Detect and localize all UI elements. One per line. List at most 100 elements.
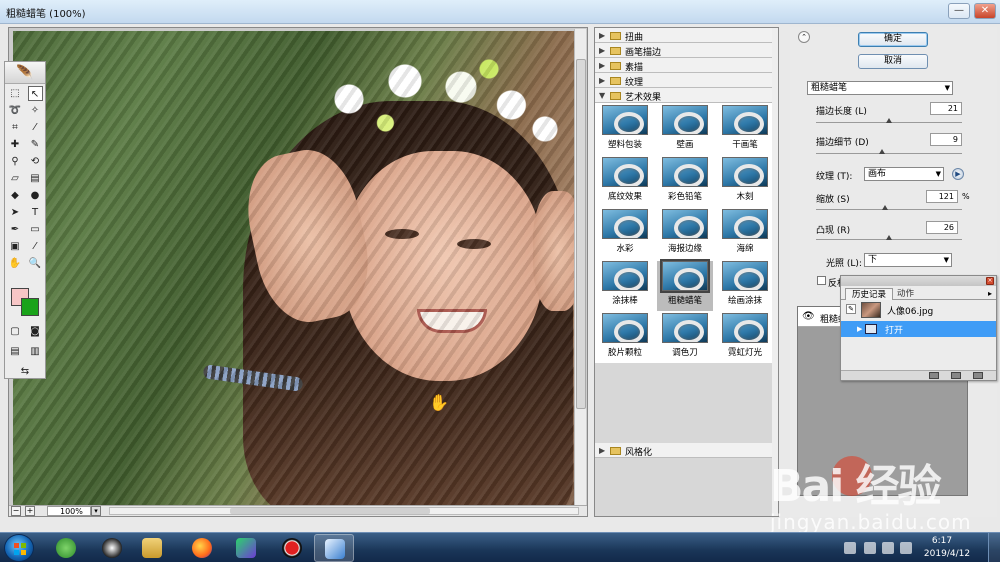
stroke-detail-slider-thumb[interactable] bbox=[878, 149, 885, 154]
gallery-scrollbar[interactable] bbox=[772, 28, 778, 516]
filter-palette-knife[interactable]: 调色刀 bbox=[657, 313, 713, 363]
taskbar-app-qq[interactable] bbox=[92, 534, 132, 562]
history-brush-source-icon[interactable]: ✎ bbox=[846, 304, 856, 314]
category-texture[interactable]: ▶ 纹理 bbox=[595, 73, 778, 88]
ok-button[interactable]: 确定 bbox=[858, 32, 928, 47]
start-button[interactable] bbox=[4, 534, 34, 562]
history-brush-icon[interactable]: ⟲ bbox=[28, 154, 43, 169]
quick-mask-icon[interactable]: ◙ bbox=[28, 324, 43, 339]
preview-horizontal-scrollbar[interactable] bbox=[109, 507, 579, 515]
marquee-tool-icon[interactable]: ⬚ bbox=[8, 86, 23, 101]
taskbar-app-firefox[interactable] bbox=[182, 534, 222, 562]
volume-icon[interactable] bbox=[900, 542, 912, 554]
move-tool-icon[interactable]: ↖ bbox=[27, 86, 43, 101]
pen-tool-icon[interactable]: ✒ bbox=[8, 222, 23, 237]
brush-tool-icon[interactable]: ✎ bbox=[28, 137, 43, 152]
hand-tool-icon[interactable]: ✋ bbox=[8, 256, 23, 271]
clock-time[interactable]: 6:17 bbox=[912, 536, 972, 546]
category-artistic[interactable]: ▼ 艺术效果 bbox=[595, 88, 778, 103]
category-sketch[interactable]: ▶ 素描 bbox=[595, 58, 778, 73]
preview-vertical-scrollbar[interactable] bbox=[574, 29, 586, 505]
eye-icon[interactable]: 👁 bbox=[802, 311, 815, 322]
relief-slider-thumb[interactable] bbox=[886, 235, 892, 240]
lasso-tool-icon[interactable]: ➰ bbox=[8, 103, 23, 118]
panel-menu-icon[interactable]: ▸ bbox=[988, 289, 992, 298]
tab-actions[interactable]: 动作 bbox=[891, 288, 920, 300]
filter-film-grain[interactable]: 胶片颗粒 bbox=[597, 313, 653, 363]
taskbar-app-photoshop[interactable] bbox=[314, 534, 354, 562]
texture-menu-icon[interactable]: ▶ bbox=[952, 168, 964, 180]
stroke-detail-slider[interactable] bbox=[816, 153, 962, 154]
gradient-tool-icon[interactable]: ▤ bbox=[28, 171, 43, 186]
filter-fresco[interactable]: 壁画 bbox=[657, 105, 713, 155]
zoom-level[interactable]: 100% bbox=[47, 506, 91, 516]
texture-select[interactable]: 画布 ▼ bbox=[864, 167, 944, 181]
close-button[interactable]: ✕ bbox=[974, 3, 996, 19]
eyedropper-icon[interactable]: ⁄ bbox=[28, 239, 43, 254]
close-icon[interactable]: × bbox=[986, 277, 994, 285]
filter-colored-pencil[interactable]: 彩色铅笔 bbox=[657, 157, 713, 207]
trash-icon[interactable] bbox=[973, 372, 983, 379]
panel-titlebar[interactable]: × bbox=[841, 276, 996, 286]
filter-plastic-wrap[interactable]: 塑料包装 bbox=[597, 105, 653, 155]
show-desktop-button[interactable] bbox=[988, 533, 1000, 562]
category-stylize[interactable]: ▶ 风格化 bbox=[595, 443, 778, 458]
preview-pane[interactable]: ✋ − + 100% ▾ bbox=[8, 27, 588, 517]
scaling-slider-thumb[interactable] bbox=[881, 205, 888, 210]
filter-underpainting[interactable]: 底纹效果 bbox=[597, 157, 653, 207]
category-brush-strokes[interactable]: ▶ 画笔描边 bbox=[595, 43, 778, 58]
minimize-button[interactable]: — bbox=[948, 3, 970, 19]
filter-neon-glow[interactable]: 霓虹灯光 bbox=[717, 313, 773, 363]
tab-history[interactable]: 历史记录 bbox=[845, 288, 894, 300]
clock-date[interactable]: 2019/4/12 bbox=[912, 549, 982, 559]
path-select-icon[interactable]: ➤ bbox=[8, 205, 23, 220]
stroke-length-input[interactable]: 21 bbox=[930, 102, 962, 115]
filter-cutout[interactable]: 木刻 bbox=[717, 157, 773, 207]
type-tool-icon[interactable]: T bbox=[28, 205, 43, 220]
new-snapshot-icon[interactable] bbox=[951, 372, 961, 379]
history-snapshot[interactable]: ✎ 人像06.jpg bbox=[841, 301, 996, 319]
filter-sponge[interactable]: 海绵 bbox=[717, 209, 773, 259]
taskbar-app-explorer[interactable] bbox=[132, 534, 172, 562]
keyboard-icon[interactable] bbox=[844, 542, 856, 554]
shape-tool-icon[interactable]: ▭ bbox=[28, 222, 43, 237]
filter-watercolor[interactable]: 水彩 bbox=[597, 209, 653, 259]
screen-mode-full-icon[interactable]: ▥ bbox=[28, 344, 43, 359]
cancel-button[interactable]: 取消 bbox=[858, 54, 928, 69]
stroke-detail-input[interactable]: 9 bbox=[930, 133, 962, 146]
collapse-gallery-icon[interactable]: ⌃ bbox=[798, 31, 810, 43]
scaling-slider[interactable] bbox=[816, 209, 962, 210]
filter-dry-brush[interactable]: 干画笔 bbox=[717, 105, 773, 155]
category-distort[interactable]: ▶ 扭曲 bbox=[595, 28, 778, 43]
zoom-out-button[interactable]: − bbox=[11, 506, 21, 516]
magic-wand-icon[interactable]: ✧ bbox=[28, 103, 43, 118]
stroke-length-slider-thumb[interactable] bbox=[886, 118, 892, 123]
eraser-tool-icon[interactable]: ▱ bbox=[8, 171, 23, 186]
taskbar-app-360[interactable] bbox=[46, 534, 86, 562]
relief-input[interactable]: 26 bbox=[926, 221, 958, 234]
invert-checkbox[interactable] bbox=[817, 276, 826, 285]
zoom-tool-icon[interactable]: 🔍 bbox=[28, 256, 43, 271]
filter-paint-daubs[interactable]: 绘画涂抹 bbox=[717, 261, 773, 311]
history-state[interactable]: ▶ 打开 bbox=[841, 321, 996, 337]
scaling-input[interactable]: 121 bbox=[926, 190, 958, 203]
power-icon[interactable] bbox=[864, 542, 876, 554]
crop-tool-icon[interactable]: ⌗ bbox=[8, 120, 23, 135]
zoom-in-button[interactable]: + bbox=[25, 506, 35, 516]
standard-mode-icon[interactable]: ▢ bbox=[8, 324, 23, 339]
jump-to-imageready-icon[interactable]: ⇆ bbox=[18, 364, 33, 379]
screen-mode-icon[interactable]: ▤ bbox=[8, 344, 23, 359]
dodge-tool-icon[interactable]: ● bbox=[28, 188, 43, 203]
taskbar-app-video[interactable] bbox=[226, 534, 266, 562]
clone-stamp-icon[interactable]: ⚲ bbox=[8, 154, 23, 169]
filter-rough-pastels[interactable]: 粗糙蜡笔 bbox=[657, 259, 713, 311]
notes-tool-icon[interactable]: ▣ bbox=[8, 239, 23, 254]
network-icon[interactable] bbox=[882, 542, 894, 554]
scroll-thumb[interactable] bbox=[576, 59, 586, 409]
background-color-swatch[interactable] bbox=[21, 298, 39, 316]
zoom-dropdown[interactable]: ▾ bbox=[91, 506, 101, 516]
light-select[interactable]: 下 ▼ bbox=[864, 253, 952, 267]
scroll-thumb[interactable] bbox=[230, 508, 430, 514]
healing-brush-icon[interactable]: ✚ bbox=[8, 137, 23, 152]
new-document-from-state-icon[interactable] bbox=[929, 372, 939, 379]
